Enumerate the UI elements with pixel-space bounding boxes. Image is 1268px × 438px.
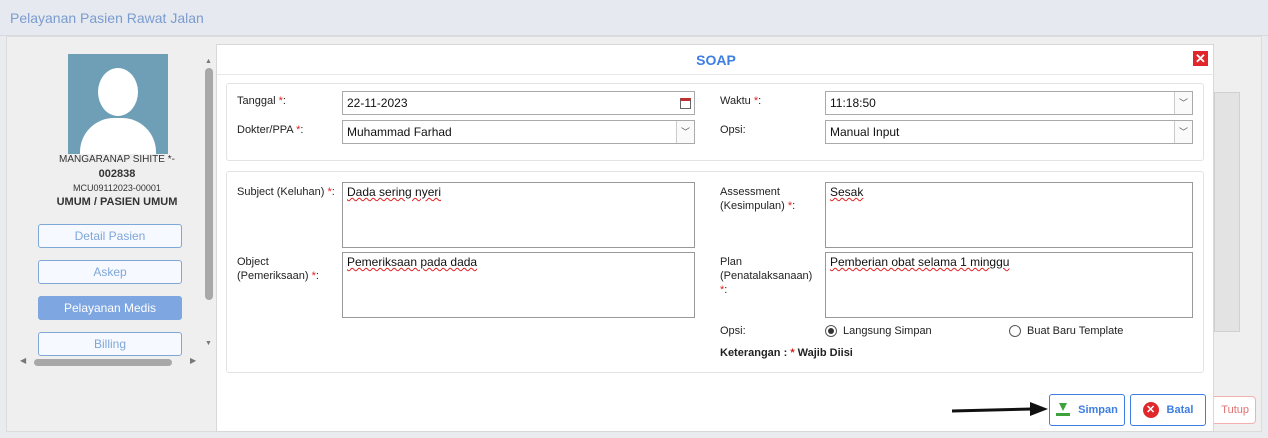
opsi-select[interactable]: Manual Input ﹀ (825, 120, 1193, 144)
subject-textarea[interactable]: Dada sering nyeri (342, 182, 695, 248)
chevron-down-icon[interactable]: ﹀ (676, 121, 694, 143)
soap-modal: SOAP ✕ Tanggal *: 22-11-2023 Waktu *: 11… (216, 44, 1215, 432)
required-note: Keterangan : * Wajib Diisi (720, 347, 853, 359)
page-title: Pelayanan Pasien Rawat Jalan (10, 10, 204, 26)
tanggal-label: Tanggal *: (237, 95, 286, 107)
patient-panel: MANGARANAP SIHITE *- 002838 MCU09112023-… (10, 44, 210, 374)
hscrollbar-thumb[interactable] (34, 359, 172, 366)
waktu-label: Waktu *: (720, 95, 762, 107)
calendar-icon[interactable] (676, 92, 694, 114)
opsi-top-label: Opsi: (720, 124, 746, 136)
assessment-label: Assessment (Kesimpulan) *: (720, 186, 796, 212)
soap-content-section: Subject (Keluhan) *: Dada sering nyeri A… (226, 171, 1204, 373)
simpan-button[interactable]: Simpan (1049, 394, 1125, 426)
scroll-up-icon[interactable]: ▲ (205, 58, 212, 65)
cancel-circle-icon: ✕ (1142, 402, 1159, 418)
arrow-right-icon (951, 402, 1048, 416)
background-panel (1214, 92, 1240, 332)
object-label: Object (Pemeriksaan) *: (237, 256, 319, 282)
plan-label: Plan (Penatalaksanaan) *: (720, 256, 813, 296)
sidebar-item-askep[interactable]: Askep (38, 260, 182, 284)
sidebar-item-detail-pasien[interactable]: Detail Pasien (38, 224, 182, 248)
scroll-right-icon[interactable]: ▶ (190, 356, 196, 365)
vertical-scrollbar[interactable]: ▲ ▼ (204, 58, 214, 348)
user-avatar-icon (68, 54, 168, 154)
dokter-select[interactable]: Muhammad Farhad ﹀ (342, 120, 695, 144)
waktu-select[interactable]: 11:18:50 ﹀ (825, 91, 1193, 115)
scroll-left-icon[interactable]: ◀ (20, 356, 26, 365)
object-textarea[interactable]: Pemeriksaan pada dada (342, 252, 695, 318)
radio-unchecked-icon[interactable] (1009, 325, 1021, 337)
close-icon[interactable]: ✕ (1193, 51, 1208, 66)
scroll-down-icon[interactable]: ▼ (205, 340, 212, 347)
radio-langsung-simpan[interactable]: Langsung Simpan (825, 325, 932, 337)
patient-type: UMUM / PASIEN UMUM (56, 196, 178, 208)
chevron-down-icon[interactable]: ﹀ (1174, 121, 1192, 143)
plan-textarea[interactable]: Pemberian obat selama 1 minggu (825, 252, 1193, 318)
dokter-label: Dokter/PPA *: (237, 124, 304, 136)
patient-code: MCU09112023-00001 (73, 183, 161, 193)
assessment-textarea[interactable]: Sesak (825, 182, 1193, 248)
modal-title: SOAP (217, 45, 1215, 75)
sidebar-item-billing[interactable]: Billing (38, 332, 182, 356)
download-save-icon (1056, 403, 1071, 417)
patient-number: 002838 (98, 168, 136, 180)
page-header: Pelayanan Pasien Rawat Jalan (0, 0, 1268, 36)
scrollbar-thumb[interactable] (205, 68, 213, 300)
radio-buat-baru-template[interactable]: Buat Baru Template (1009, 325, 1123, 337)
tanggal-input[interactable]: 22-11-2023 (342, 91, 695, 115)
subject-label: Subject (Keluhan) *: (237, 186, 335, 198)
opsi-bottom-label: Opsi: (720, 325, 746, 337)
batal-button[interactable]: ✕ Batal (1130, 394, 1206, 426)
soap-header-section: Tanggal *: 22-11-2023 Waktu *: 11:18:50 … (226, 83, 1204, 161)
sidebar-item-pelayanan-medis[interactable]: Pelayanan Medis (38, 296, 182, 320)
patient-name: MANGARANAP SIHITE *- (59, 154, 175, 165)
horizontal-scrollbar[interactable]: ◀ ▶ (20, 356, 198, 368)
chevron-down-icon[interactable]: ﹀ (1174, 92, 1192, 114)
tutup-button[interactable]: Tutup (1214, 396, 1256, 424)
radio-checked-icon[interactable] (825, 325, 837, 337)
